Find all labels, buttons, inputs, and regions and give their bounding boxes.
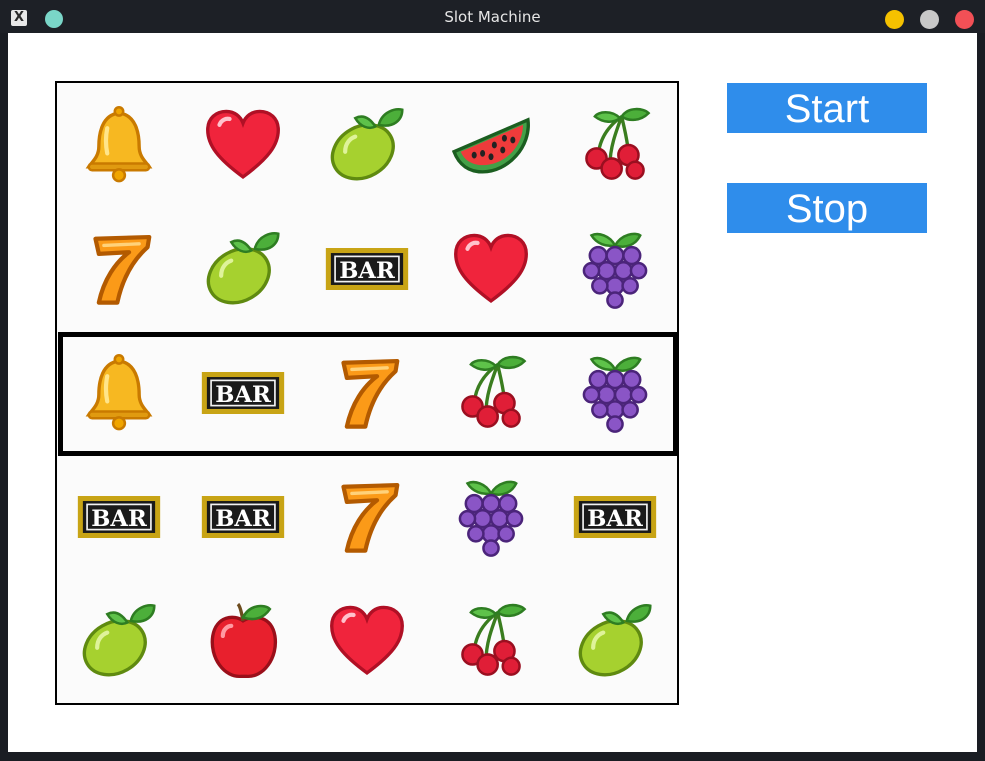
- bar-icon: BAR: [553, 455, 677, 579]
- grapes-icon: [553, 207, 677, 331]
- svg-text:BAR: BAR: [91, 506, 147, 532]
- bell-icon: [57, 83, 181, 207]
- grapes-icon: [429, 455, 553, 579]
- window-title: Slot Machine: [444, 8, 541, 26]
- maximize-button[interactable]: [920, 10, 939, 29]
- cherry-icon: [429, 331, 553, 455]
- svg-text:BAR: BAR: [587, 506, 643, 532]
- seven-icon: [305, 331, 429, 455]
- heart-icon: [429, 207, 553, 331]
- lime-icon: [57, 579, 181, 703]
- grapes-icon: [553, 331, 677, 455]
- lime-icon: [553, 579, 677, 703]
- cherry-icon: [553, 83, 677, 207]
- heart-icon: [181, 83, 305, 207]
- close-button[interactable]: [955, 10, 974, 29]
- reel-panel: BAR BAR BAR BAR BAR: [55, 81, 679, 705]
- bar-icon: BAR: [57, 455, 181, 579]
- bell-icon: [57, 331, 181, 455]
- seven-icon: [305, 455, 429, 579]
- stop-button[interactable]: Stop: [727, 183, 927, 233]
- heart-icon: [305, 579, 429, 703]
- svg-text:BAR: BAR: [215, 382, 271, 408]
- title-bar: X Slot Machine: [0, 0, 985, 33]
- window-content: BAR BAR BAR BAR BAR Start Stop: [8, 33, 977, 752]
- bar-icon: BAR: [181, 331, 305, 455]
- start-button[interactable]: Start: [727, 83, 927, 133]
- seven-icon: [57, 207, 181, 331]
- cherry-icon: [429, 579, 553, 703]
- bar-icon: BAR: [305, 207, 429, 331]
- minimize-button[interactable]: [885, 10, 904, 29]
- apple-icon: [181, 579, 305, 703]
- lime-icon: [305, 83, 429, 207]
- lime-icon: [181, 207, 305, 331]
- bar-icon: BAR: [181, 455, 305, 579]
- svg-text:BAR: BAR: [215, 506, 271, 532]
- watermelon-icon: [429, 83, 553, 207]
- svg-text:BAR: BAR: [339, 258, 395, 284]
